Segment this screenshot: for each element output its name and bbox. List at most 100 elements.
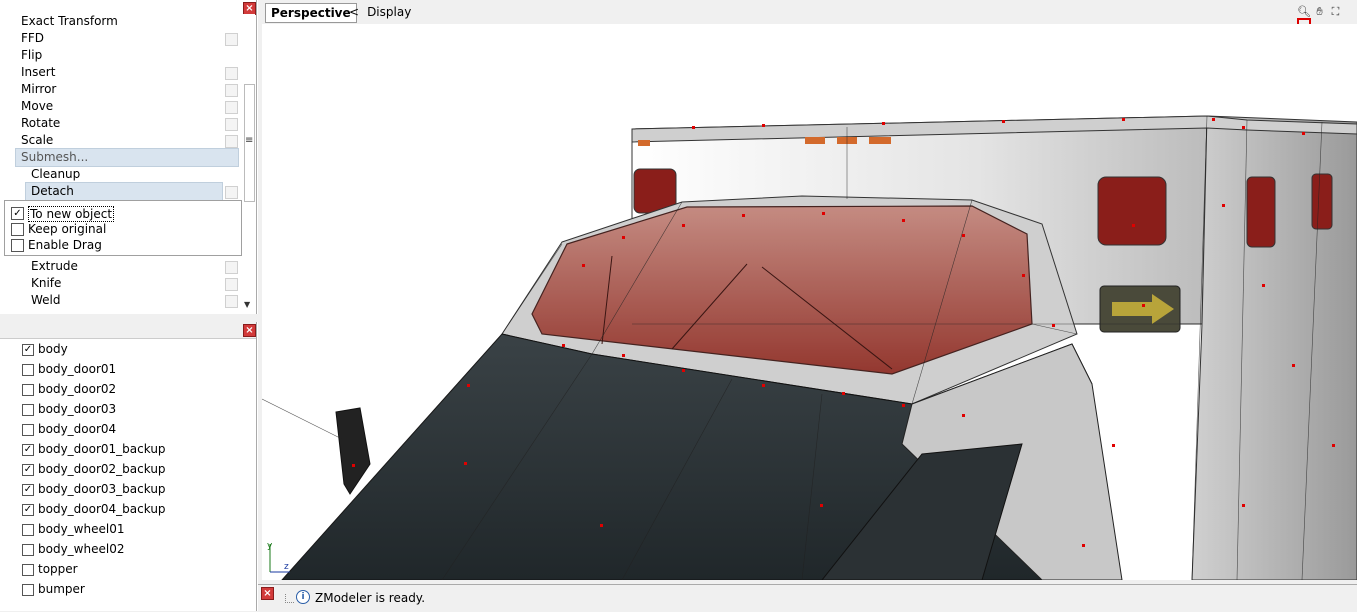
tool-move[interactable]: Move [0, 98, 240, 115]
visibility-checkbox[interactable]: ✓ [22, 484, 34, 496]
viewport-3d[interactable]: y z [262, 24, 1357, 580]
tool-label: Weld [31, 293, 61, 307]
tool-label: Flip [21, 48, 43, 62]
tool-label: Extrude [31, 259, 78, 273]
visibility-checkbox[interactable] [22, 584, 34, 596]
checkbox[interactable] [11, 223, 24, 236]
tool-label: Mirror [21, 82, 57, 96]
tool-options-button[interactable] [225, 101, 238, 114]
tool-options-button[interactable] [225, 118, 238, 131]
visibility-checkbox[interactable] [22, 404, 34, 416]
visibility-checkbox[interactable] [22, 524, 34, 536]
checkbox[interactable]: ✓ [11, 207, 24, 220]
checkbox[interactable] [11, 239, 24, 252]
axis-z-label: z [284, 562, 289, 572]
checkbox-label: Keep original [28, 222, 107, 236]
checkbox-label: Enable Drag [28, 238, 102, 252]
tool-label: Knife [31, 276, 62, 290]
status-message: ZModeler is ready. [315, 591, 426, 605]
tab-perspective-label: Perspective [271, 6, 351, 20]
tool-flip[interactable]: Flip [0, 47, 240, 64]
tool-rotate[interactable]: Rotate [0, 115, 240, 132]
object-name: body_door03_backup [38, 482, 166, 496]
panel-splitter[interactable] [0, 314, 258, 322]
display-menu[interactable]: < Display [349, 4, 411, 20]
chevron-left-icon[interactable]: < [349, 5, 359, 19]
object-name: bumper [38, 582, 85, 596]
tool-options-button[interactable] [225, 295, 238, 308]
tool-options-button[interactable] [225, 186, 238, 199]
visibility-checkbox[interactable] [22, 424, 34, 436]
side-light [1246, 176, 1276, 248]
object-name: body_door01 [38, 362, 117, 376]
tool-ffd[interactable]: FFD [0, 30, 240, 47]
marker-light [869, 137, 891, 144]
tool-options-button[interactable] [225, 84, 238, 97]
info-icon: i [296, 590, 310, 604]
tool-options-button[interactable] [225, 278, 238, 291]
visibility-checkbox[interactable]: ✓ [22, 444, 34, 456]
tab-perspective[interactable]: Perspective [265, 3, 357, 23]
pan-hand-icon[interactable]: ✋︎ [1313, 5, 1326, 18]
viewport-toolbar [262, 0, 1357, 25]
objects-close-icon[interactable]: × [243, 324, 256, 337]
display-label: Display [367, 5, 412, 19]
object-name: topper [38, 562, 78, 576]
objects-header [0, 322, 256, 339]
tool-submesh-label: Submesh... [21, 150, 89, 164]
visibility-checkbox[interactable] [22, 364, 34, 376]
scroll-grip-icon: ≡ [245, 135, 254, 146]
tool-extrude[interactable]: Extrude [0, 258, 240, 275]
corner-light-right [1097, 176, 1167, 246]
tool-options-button[interactable] [225, 33, 238, 46]
tool-label: Insert [21, 65, 56, 79]
tool-insert[interactable]: Insert [0, 64, 240, 81]
visibility-checkbox[interactable]: ✓ [22, 344, 34, 356]
object-name: body_door04 [38, 422, 117, 436]
detach-options-box: ✓ To new object Keep original Enable Drag [4, 200, 242, 256]
tool-options-button[interactable] [225, 135, 238, 148]
status-close-icon[interactable]: × [261, 587, 274, 600]
object-name: body_door04_backup [38, 502, 166, 516]
tool-label: Rotate [21, 116, 61, 130]
zoom-extents-icon[interactable]: ⛶ [1329, 5, 1342, 18]
tool-cleanup[interactable]: Cleanup [0, 166, 240, 183]
marker-light [638, 140, 650, 146]
tool-label: Move [21, 99, 54, 113]
tool-detach[interactable]: Detach [0, 183, 240, 200]
tool-scale[interactable]: Scale [0, 132, 240, 149]
tool-label: Detach [31, 184, 74, 198]
object-name: body_door01_backup [38, 442, 166, 456]
object-name: body_door02_backup [38, 462, 166, 476]
side-mirror [335, 407, 371, 495]
object-name: body_wheel02 [38, 542, 125, 556]
visibility-checkbox[interactable]: ✓ [22, 464, 34, 476]
tool-label: Cleanup [31, 167, 81, 181]
ambulance-model-render: y z [262, 115, 1357, 580]
tool-options-button[interactable] [225, 261, 238, 274]
object-name: body_door03 [38, 402, 117, 416]
object-name: body [38, 342, 68, 356]
tool-label: Exact Transform [21, 14, 118, 28]
scroll-down-arrow-icon[interactable]: ▼ [244, 300, 250, 309]
side-light [1311, 173, 1333, 230]
tool-mirror[interactable]: Mirror [0, 81, 240, 98]
status-tree-connector [285, 594, 294, 603]
visibility-checkbox[interactable]: ✓ [22, 504, 34, 516]
object-name: body_door02 [38, 382, 117, 396]
axis-y-label: y [267, 541, 273, 551]
checkbox-label: To new object [28, 206, 115, 222]
tool-options-button[interactable] [225, 67, 238, 80]
visibility-checkbox[interactable] [22, 564, 34, 576]
tool-label: Scale [21, 133, 54, 147]
tool-knife[interactable]: Knife [0, 275, 240, 292]
visibility-checkbox[interactable] [22, 544, 34, 556]
tool-label: FFD [21, 31, 45, 45]
tool-submesh[interactable]: Submesh... [0, 149, 240, 166]
zoom-icon[interactable]: 🔍︎ [1297, 5, 1311, 18]
marker-light [805, 137, 825, 144]
visibility-checkbox[interactable] [22, 384, 34, 396]
tool-exact-transform[interactable]: Exact Transform [0, 13, 240, 30]
tool-weld[interactable]: Weld [0, 292, 240, 309]
object-name: body_wheel01 [38, 522, 125, 536]
